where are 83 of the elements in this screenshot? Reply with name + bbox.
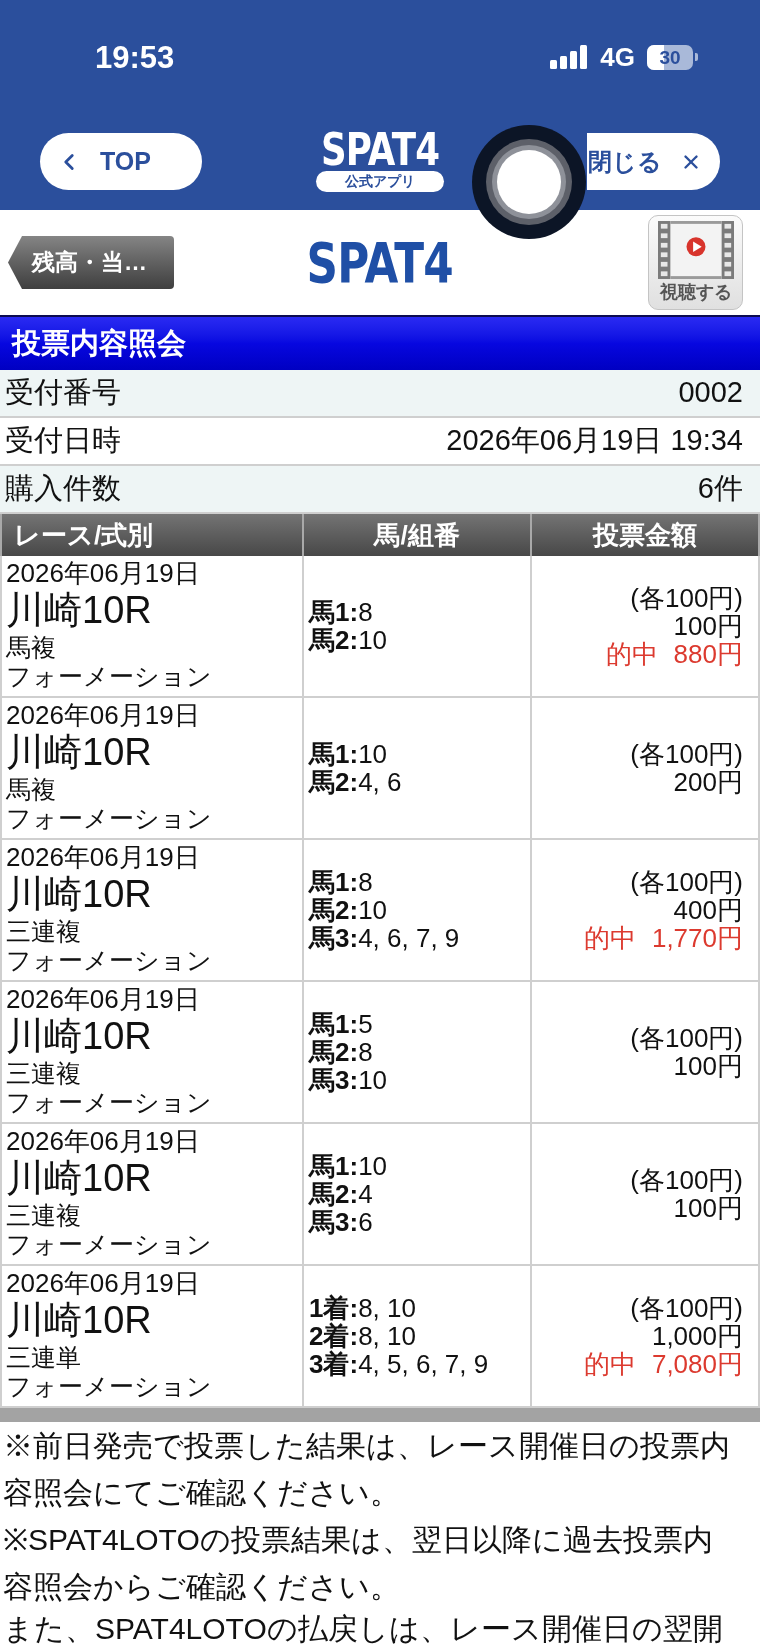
selection-line: 馬1:10 <box>309 1152 388 1180</box>
selection-line: 馬3:10 <box>309 1066 388 1094</box>
column-header: 馬/組番 <box>304 514 532 556</box>
selection-line: 馬2:4 <box>309 1180 373 1208</box>
race-date: 2026年06月19日 <box>6 701 200 729</box>
summary-label: 受付番号 <box>5 375 121 411</box>
race-date: 2026年06月19日 <box>6 1127 200 1155</box>
bet-type: 三連複 <box>6 1201 81 1230</box>
column-header: 投票金額 <box>532 514 760 556</box>
unit-price: (各100円) <box>630 1024 743 1052</box>
race-name: 川崎10R <box>6 1156 152 1201</box>
selection-line: 馬3:6 <box>309 1208 373 1236</box>
race-date: 2026年06月19日 <box>6 985 200 1013</box>
race-name: 川崎10R <box>6 588 152 633</box>
race-name: 川崎10R <box>6 1014 152 1059</box>
unit-price: (各100円) <box>630 1294 743 1322</box>
summary-label: 購入件数 <box>5 471 121 507</box>
page-title-bar: 投票内容照会 <box>0 315 760 370</box>
app-badge: 公式アプリ <box>316 171 444 192</box>
selection-line: 馬2:10 <box>309 626 388 654</box>
race-date: 2026年06月19日 <box>6 843 200 871</box>
unit-price: (各100円) <box>630 1166 743 1194</box>
bet-method: フォーメーション <box>6 1230 212 1259</box>
bet-type: 三連複 <box>6 1059 81 1088</box>
selection-line: 馬2:8 <box>309 1038 373 1066</box>
unit-price: (各100円) <box>630 584 743 612</box>
note-text: ※前日発売で投票した結果は、レース開催日の投票内容照会にてご確認ください。 <box>3 1428 731 1511</box>
selection-line: 3着:4, 5, 6, 7, 9 <box>309 1350 489 1378</box>
bet-type: 三連複 <box>6 917 81 946</box>
film-play-icon <box>657 221 734 279</box>
payout-amount: 1,770円 <box>651 924 743 952</box>
network-label: 4G <box>600 44 635 70</box>
hit-label: 的中 <box>583 1350 636 1378</box>
race-date: 2026年06月19日 <box>6 1269 200 1297</box>
selection-line: 馬1:10 <box>309 740 388 768</box>
selection-line: 馬1:8 <box>309 598 373 626</box>
race-date: 2026年06月19日 <box>6 559 200 587</box>
bet-type: 馬複 <box>6 775 56 804</box>
balance-back-button[interactable]: 残高・当… <box>8 236 174 289</box>
bet-type: 馬複 <box>6 633 56 662</box>
close-button[interactable]: 閉じる <box>587 133 720 190</box>
payout-amount: 7,080円 <box>651 1350 743 1378</box>
bet-amount: 100円 <box>673 612 743 640</box>
note-text: ※SPAT4LOTOの投票結果は、翌日以降に過去投票内容照会からご確認ください。 <box>3 1522 714 1605</box>
bet-method: フォーメーション <box>6 804 212 833</box>
bet-method: フォーメーション <box>6 946 212 975</box>
column-header: レース/式別 <box>0 514 304 556</box>
bet-amount: 100円 <box>673 1052 743 1080</box>
bet-amount: 200円 <box>673 768 743 796</box>
bet-amount: 1,000円 <box>651 1322 743 1350</box>
bet-amount: 100円 <box>673 1194 743 1222</box>
selection-line: 2着:8, 10 <box>309 1322 416 1350</box>
selection-line: 馬1:8 <box>309 868 373 896</box>
logo-text: SPAT4 <box>320 131 440 169</box>
signal-icon <box>550 45 589 69</box>
payout-amount: 880円 <box>673 640 743 668</box>
summary-value: 0002 <box>678 375 743 411</box>
summary-value: 2026年06月19日 19:34 <box>446 423 743 459</box>
bet-type: 三連単 <box>6 1343 81 1372</box>
assistive-touch-button[interactable] <box>472 125 586 239</box>
bet-method: フォーメーション <box>6 1372 212 1401</box>
summary-value: 6件 <box>697 471 743 507</box>
race-name: 川崎10R <box>6 872 152 917</box>
bet-amount: 400円 <box>673 896 743 924</box>
selection-line: 馬3:4, 6, 7, 9 <box>309 924 460 952</box>
unit-price: (各100円) <box>630 740 743 768</box>
selection-line: 馬2:10 <box>309 896 388 924</box>
hit-label: 的中 <box>583 924 636 952</box>
selection-line: 馬1:5 <box>309 1010 373 1038</box>
unit-price: (各100円) <box>630 868 743 896</box>
back-button[interactable]: TOP <box>40 133 202 190</box>
video-button[interactable]: 視聴する <box>648 215 743 310</box>
site-logo: SPAT4 <box>306 237 454 288</box>
hit-label: 的中 <box>605 640 658 668</box>
summary-label: 受付日時 <box>5 423 121 459</box>
selection-line: 1着:8, 10 <box>309 1294 416 1322</box>
race-name: 川崎10R <box>6 1298 152 1343</box>
status-time: 19:53 <box>95 41 175 73</box>
selection-line: 馬2:4, 6 <box>309 768 402 796</box>
race-name: 川崎10R <box>6 730 152 775</box>
note-text: また、SPAT4LOTOの払戻しは、レース開催日の翌開 <box>3 1611 724 1647</box>
bet-method: フォーメーション <box>6 1088 212 1117</box>
bet-method: フォーメーション <box>6 662 212 691</box>
